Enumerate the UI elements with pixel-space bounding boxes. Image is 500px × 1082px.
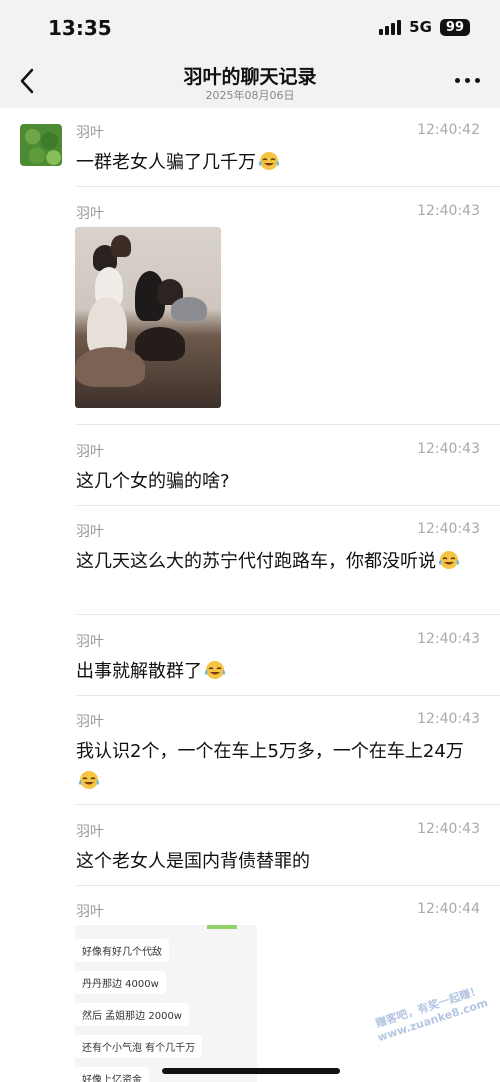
message-sender: 羽叶 (76, 444, 104, 460)
divider (76, 186, 500, 187)
network-type: 5G (409, 18, 432, 36)
chat-message: 羽叶 12:40:43 这几个女的骗的啥? (76, 441, 480, 501)
chat-message: 羽叶 12:40:43 出事就解散群了 (76, 631, 480, 691)
message-photo[interactable] (75, 227, 221, 408)
message-time: 12:40:43 (417, 631, 480, 647)
record-date: 2025年08月06日 (205, 89, 295, 102)
divider (76, 424, 500, 425)
message-sender: 羽叶 (76, 904, 104, 920)
divider (76, 804, 500, 805)
avatar[interactable] (20, 124, 62, 166)
message-text[interactable]: 这几天这么大的苏宁代付跑路车，你都没听说 (76, 547, 480, 577)
divider (76, 614, 500, 615)
signal-icon (379, 19, 402, 35)
message-sender: 羽叶 (76, 714, 104, 730)
screenshot-bubble-edge (207, 925, 237, 929)
message-sender: 羽叶 (76, 634, 104, 650)
divider (76, 885, 500, 886)
laughing-tears-emoji-icon (439, 551, 459, 569)
laughing-tears-emoji-icon (205, 661, 225, 679)
message-time: 12:40:43 (417, 441, 480, 457)
status-time: 13:35 (48, 16, 112, 40)
message-sender: 羽叶 (76, 206, 104, 222)
page-title: 羽叶的聊天记录 (183, 66, 317, 88)
message-sender: 羽叶 (76, 824, 104, 840)
divider (76, 695, 500, 696)
message-text[interactable]: 出事就解散群了 (76, 657, 480, 687)
message-text[interactable]: 一群老女人骗了几千万 (76, 148, 480, 178)
message-time: 12:40:44 (417, 901, 480, 917)
message-time: 12:40:43 (417, 521, 480, 537)
message-time: 12:40:43 (417, 821, 480, 837)
message-time: 12:40:43 (417, 203, 480, 219)
laughing-tears-emoji-icon (259, 152, 279, 170)
chat-message: 羽叶 12:40:43 (76, 203, 480, 227)
watermark: 赚客吧，有奖一起赚！ www.zuanke8.com (373, 983, 490, 1045)
status-bar: 13:35 5G 99 (0, 0, 500, 56)
chat-message: 羽叶 12:40:44 (76, 901, 480, 925)
screenshot-bubble: 好像有好几个代敌 (75, 939, 169, 962)
message-time: 12:40:42 (417, 122, 480, 138)
screenshot-bubble: 然后 孟姐那边 2000w (75, 1003, 189, 1026)
chat-message: 羽叶 12:40:43 我认识2个，一个在车上5万多，一个在车上24万 (76, 711, 480, 801)
laughing-tears-emoji-icon (79, 771, 99, 789)
home-indicator[interactable] (162, 1068, 340, 1074)
message-text[interactable]: 这几个女的骗的啥? (76, 467, 480, 497)
message-text[interactable]: 我认识2个，一个在车上5万多，一个在车上24万 (76, 737, 480, 797)
battery-icon: 99 (439, 18, 470, 36)
chat-message: 羽叶 12:40:43 这个老女人是国内背债替罪的 (76, 821, 480, 881)
screenshot-bubble: 还有个小气泡 有个几千万 (75, 1035, 203, 1058)
status-indicators: 5G 99 (379, 18, 470, 36)
message-sender: 羽叶 (76, 524, 104, 540)
screenshot-bubble: 好像上亿资金 (75, 1067, 149, 1082)
screenshot-bubble: 丹丹那边 4000w (75, 971, 166, 994)
message-sender: 羽叶 (76, 125, 104, 141)
message-text[interactable]: 这个老女人是国内背债替罪的 (76, 847, 480, 877)
chat-message: 羽叶 12:40:42 一群老女人骗了几千万 (76, 122, 480, 182)
divider (76, 505, 500, 506)
message-screenshot[interactable]: 好像有好几个代敌 丹丹那边 4000w 然后 孟姐那边 2000w 还有个小气泡… (75, 925, 257, 1082)
nav-header: 羽叶的聊天记录 2025年08月06日 (0, 56, 500, 108)
more-dots-icon[interactable] (455, 78, 480, 83)
message-time: 12:40:43 (417, 711, 480, 727)
chat-message: 羽叶 12:40:43 这几天这么大的苏宁代付跑路车，你都没听说 (76, 521, 480, 611)
